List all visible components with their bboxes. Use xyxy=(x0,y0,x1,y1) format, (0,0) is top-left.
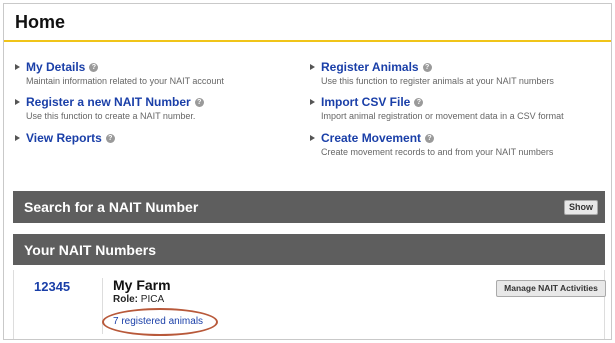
link-description: Use this function to register animals at… xyxy=(321,76,554,86)
arrow-icon xyxy=(310,135,315,141)
nait-number-row: 12345 My Farm Role: PICA 7 registered an… xyxy=(13,270,606,339)
role-text: Role: PICA xyxy=(113,294,164,305)
help-icon[interactable]: ? xyxy=(422,62,432,72)
help-icon[interactable]: ? xyxy=(425,133,435,143)
row-divider xyxy=(102,278,103,334)
link-label[interactable]: Register a new NAIT Number xyxy=(26,95,191,109)
help-icon[interactable]: ? xyxy=(194,97,204,107)
arrow-icon xyxy=(310,64,315,70)
link-label[interactable]: Import CSV File xyxy=(321,95,410,109)
link-description: Use this function to create a NAIT numbe… xyxy=(26,111,196,121)
help-icon[interactable]: ? xyxy=(105,133,115,143)
nait-number-link[interactable]: 12345 xyxy=(34,279,70,294)
registered-animals-link[interactable]: 7 registered animals xyxy=(113,316,203,327)
link-register-animals[interactable]: Register Animals? Use this function to r… xyxy=(310,59,590,86)
link-label[interactable]: Register Animals xyxy=(321,60,419,74)
arrow-icon xyxy=(15,64,20,70)
link-description: Maintain information related to your NAI… xyxy=(26,76,224,86)
nait-numbers-bar: Your NAIT Numbers xyxy=(13,234,605,265)
link-register-nait-number[interactable]: Register a new NAIT Number? Use this fun… xyxy=(15,94,295,121)
link-label[interactable]: Create Movement xyxy=(321,131,421,145)
manage-nait-activities-button[interactable]: Manage NAIT Activities xyxy=(496,280,606,297)
search-nait-bar: Search for a NAIT Number Show xyxy=(13,191,605,223)
arrow-icon xyxy=(15,99,20,105)
farm-name: My Farm xyxy=(113,277,171,293)
link-description: Import animal registration or movement d… xyxy=(321,111,564,121)
help-icon[interactable]: ? xyxy=(414,97,424,107)
link-create-movement[interactable]: Create Movement? Create movement records… xyxy=(310,130,590,157)
help-icon[interactable]: ? xyxy=(89,62,99,72)
search-nait-title: Search for a NAIT Number xyxy=(24,199,199,215)
arrow-icon xyxy=(310,99,315,105)
nait-numbers-title: Your NAIT Numbers xyxy=(24,242,156,258)
link-description: Create movement records to and from your… xyxy=(321,147,554,157)
arrow-icon xyxy=(15,135,20,141)
link-my-details[interactable]: My Details? Maintain information related… xyxy=(15,59,295,86)
page-title: Home xyxy=(15,12,66,32)
page-frame: Home My Details? Maintain information re… xyxy=(3,3,612,340)
page-header: Home xyxy=(4,4,611,42)
link-import-csv[interactable]: Import CSV File? Import animal registrat… xyxy=(310,94,590,121)
link-label[interactable]: View Reports xyxy=(26,131,102,145)
role-value: PICA xyxy=(140,294,165,305)
link-view-reports[interactable]: View Reports? xyxy=(15,130,295,146)
show-button[interactable]: Show xyxy=(564,200,598,215)
role-label: Role: xyxy=(113,294,138,305)
quick-links: My Details? Maintain information related… xyxy=(4,44,611,174)
link-label[interactable]: My Details xyxy=(26,60,85,74)
